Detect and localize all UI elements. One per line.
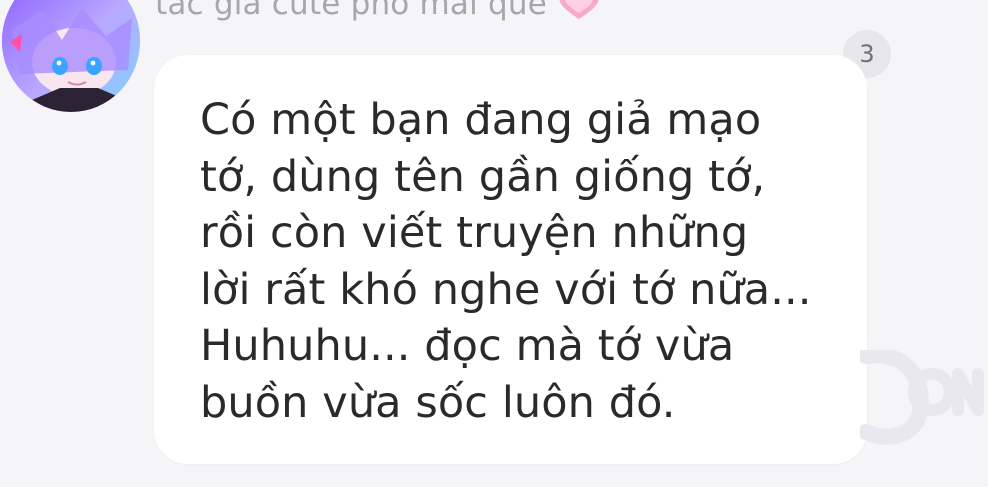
watermark-logo — [858, 347, 985, 445]
author-avatar[interactable] — [2, 0, 140, 112]
message-text: Có một bạn đang giả mạo tớ, dùng tên gần… — [200, 95, 812, 428]
author-name[interactable]: tác giả cute phô mai que — [155, 0, 547, 22]
author-line: tác giả cute phô mai que — [155, 0, 601, 22]
avatar-image — [2, 0, 140, 112]
pink-heart-icon — [557, 0, 601, 19]
reply-count: 3 — [859, 40, 875, 68]
